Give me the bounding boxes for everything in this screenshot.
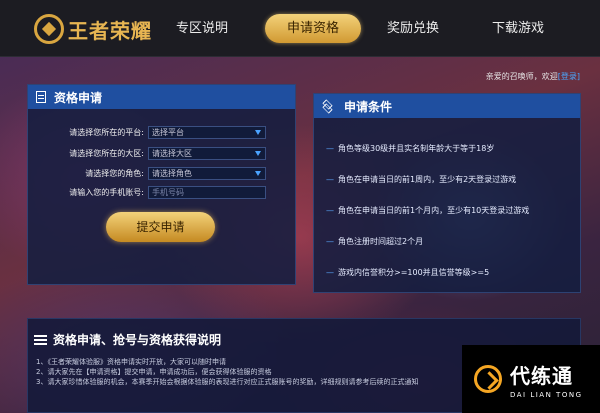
apply-panel-title: 资格申请 [54, 90, 103, 105]
apply-panel-header: 资格申请 [28, 85, 295, 109]
role-row: 请选择您的角色: 请选择角色 [28, 167, 266, 180]
explain-line: 2、请大家先在【申请资格】提交申请，申请成功后，便会获得体验服的资格 [36, 368, 272, 376]
phone-placeholder: 手机号码 [152, 188, 184, 197]
conditions-panel-title: 申请条件 [344, 99, 393, 114]
role-label: 请选择您的角色: [85, 169, 144, 178]
platform-select-value: 选择平台 [152, 128, 184, 137]
explain-line: 3、请大家珍惜体验服的机会，本赛季开始会根据体验服的表现进行对应正式服账号的奖励… [36, 378, 419, 386]
phone-input[interactable]: 手机号码 [148, 186, 266, 199]
dropdown-arrow-icon [255, 171, 261, 176]
list-icon [34, 334, 47, 345]
condition-item: — 角色在申请当日的前1周内，至少有2天登录过游戏 [326, 175, 517, 184]
phone-label: 请输入您的手机账号: [69, 188, 144, 197]
region-select-value: 请选择大区 [152, 149, 192, 158]
platform-select[interactable]: 选择平台 [148, 126, 266, 139]
platform-label: 请选择您所在的平台: [69, 128, 144, 137]
submit-apply-button[interactable]: 提交申请 [106, 212, 215, 242]
document-icon [36, 91, 46, 103]
nav-item-download[interactable]: 下载游戏 [492, 17, 544, 36]
explain-title-text: 资格申请、抢号与资格获得说明 [53, 333, 222, 347]
role-select[interactable]: 请选择角色 [148, 167, 266, 180]
nav-item-apply[interactable]: 申请资格 [265, 14, 361, 43]
nav-item-zone-intro[interactable]: 专区说明 [176, 17, 228, 36]
dropdown-arrow-icon [255, 130, 261, 135]
region-select[interactable]: 请选择大区 [148, 147, 266, 160]
layers-icon [322, 99, 334, 114]
condition-item: — 角色注册时间超过2个月 [326, 237, 424, 246]
phone-row: 请输入您的手机账号: 手机号码 [28, 186, 266, 199]
condition-item: — 角色等级30级并且实名制年龄大于等于18岁 [326, 144, 495, 153]
watermark-logo-icon [474, 365, 502, 393]
conditions-panel-header: 申请条件 [314, 94, 580, 118]
game-logo[interactable]: 王者荣耀 [34, 13, 152, 45]
logo-emblem-icon [34, 14, 64, 44]
login-link[interactable]: [登录] [558, 72, 580, 81]
platform-row: 请选择您所在的平台: 选择平台 [28, 126, 266, 139]
apply-panel: 资格申请 请选择您所在的平台: 选择平台 请选择您所在的大区: 请选择大区 请选… [27, 84, 296, 285]
watermark-badge: 代练通 DAI LIAN TONG [462, 345, 600, 413]
welcome-bar: 亲爱的召唤师，欢迎[登录] [486, 71, 580, 82]
condition-item: — 角色在申请当日的前1个月内，至少有10天登录过游戏 [326, 206, 530, 215]
top-nav: 王者荣耀 专区说明 申请资格 奖励兑换 下载游戏 [0, 0, 600, 57]
region-label: 请选择您所在的大区: [69, 149, 144, 158]
explain-title: 资格申请、抢号与资格获得说明 [34, 331, 221, 348]
region-row: 请选择您所在的大区: 请选择大区 [28, 147, 266, 160]
condition-item: — 游戏内信誉积分>=100并且信誉等级>=5 [326, 268, 490, 277]
dropdown-arrow-icon [255, 151, 261, 156]
explain-line: 1、《王者荣耀体验服》资格申请实时开放，大家可以随时申请 [36, 358, 226, 366]
nav-item-rewards[interactable]: 奖励兑换 [387, 17, 439, 36]
watermark-cn: 代练通 [510, 363, 573, 388]
welcome-text: 亲爱的召唤师，欢迎 [485, 72, 558, 81]
watermark-en: DAI LIAN TONG [510, 390, 583, 399]
conditions-panel: 申请条件 — 角色等级30级并且实名制年龄大于等于18岁 — 角色在申请当日的前1周… [313, 93, 581, 293]
logo-text: 王者荣耀 [68, 18, 152, 43]
role-select-value: 请选择角色 [152, 169, 192, 178]
